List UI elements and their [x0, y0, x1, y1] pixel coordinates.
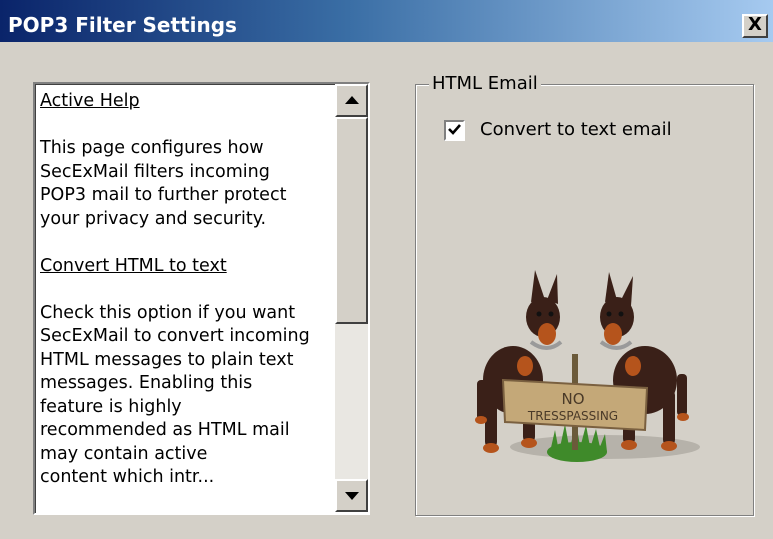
help-heading-convert-html: Convert HTML to text	[40, 255, 227, 276]
scroll-thumb[interactable]	[335, 117, 368, 324]
help-scrollbar[interactable]	[335, 84, 368, 512]
scroll-up-button[interactable]	[335, 84, 368, 117]
dogs-no-trespassing-image: NO TRESSPASSING	[475, 270, 700, 462]
title-bar[interactable]: POP3 Filter Settings X	[0, 0, 773, 42]
help-text-line: content which intr...	[40, 467, 215, 487]
arrow-up-icon	[345, 96, 359, 104]
help-text-line: messages. Enabling this	[40, 373, 253, 393]
help-text-line: SecExMail to convert incoming	[40, 326, 310, 346]
window-title: POP3 Filter Settings	[8, 13, 237, 37]
active-help-panel[interactable]: Active Help This page configures how Sec…	[33, 82, 370, 515]
close-button[interactable]: X	[742, 14, 768, 38]
html-email-group-label: HTML Email	[429, 73, 541, 95]
help-text-line: may contain active	[40, 443, 208, 464]
sign-line-1: NO	[561, 390, 584, 408]
help-heading-active-help: Active Help	[40, 91, 140, 111]
help-text-line: HTML messages to plain text	[40, 349, 294, 370]
close-icon: X	[748, 14, 762, 35]
help-content: Active Help This page configures how Sec…	[40, 90, 332, 490]
arrow-down-icon	[345, 492, 359, 500]
pop3-filter-settings-window: POP3 Filter Settings X Active Help This …	[0, 0, 773, 539]
help-text-line: your privacy and security.	[40, 208, 267, 229]
help-text-line: POP3 mail to further protect	[40, 185, 287, 205]
help-text-line: SecExMail filters incoming	[40, 161, 270, 182]
help-text-line: recommended as HTML mail	[40, 420, 290, 440]
convert-to-text-label[interactable]: Convert to text email	[480, 119, 672, 141]
help-text-line: Check this option if you want	[40, 302, 296, 323]
checkmark-icon	[448, 124, 461, 135]
sign-line-2: TRESSPASSING	[527, 409, 618, 423]
help-text-line: This page configures how	[40, 138, 264, 158]
scroll-down-button[interactable]	[335, 479, 368, 512]
convert-to-text-checkbox[interactable]	[444, 120, 465, 141]
help-text-line: feature is highly	[40, 396, 182, 417]
